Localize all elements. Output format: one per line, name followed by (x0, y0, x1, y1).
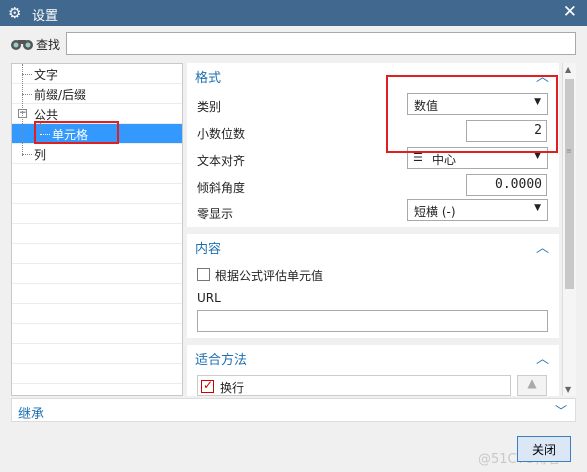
close-button[interactable]: 关闭 (517, 436, 571, 462)
fit-option-list: 换行 (197, 375, 511, 396)
tree-item-label: 列 (34, 148, 47, 162)
properties-panel: 格式 ︿ 类别 数值 ▼ 小数位数 2 文本对齐 ☰ 中心 ▼ 倾斜角度 0.0… (187, 63, 576, 396)
inherit-header: 继承 (18, 407, 45, 422)
align-label: 文本对齐 (197, 154, 246, 168)
content-header[interactable]: 内容 (195, 238, 221, 257)
tree-empty-row (12, 344, 182, 364)
tree-item-label: 前缀/后缀 (34, 88, 87, 102)
dropdown-arrow-icon: ▼ (534, 203, 541, 213)
decimals-label: 小数位数 (197, 127, 246, 141)
tree-empty-row (12, 304, 182, 324)
tree-empty-row (12, 324, 182, 344)
tree-empty-row (12, 184, 182, 204)
format-section: 格式 ︿ 类别 数值 ▼ 小数位数 2 文本对齐 ☰ 中心 ▼ 倾斜角度 0.0… (187, 63, 559, 227)
highlight-box (386, 75, 558, 153)
scroll-up-icon[interactable]: ▲ (565, 65, 571, 74)
panel-scrollbar[interactable]: ▲ ≡ ▼ (562, 63, 576, 396)
scroll-grip-icon: ≡ (566, 147, 572, 155)
fit-method-section: 适合方法 ︿ 换行 ▲ (187, 345, 559, 396)
tree-item-text[interactable]: 文字 (12, 64, 182, 84)
url-label: URL (197, 291, 221, 305)
tree-item-column[interactable]: 列 (12, 144, 182, 164)
wrap-label: 换行 (220, 381, 245, 395)
formula-label: 根据公式评估单元值 (215, 269, 324, 283)
angle-field[interactable]: 0.0000 (466, 174, 547, 196)
settings-tree: 文字 前缀/后缀 − 公共 单元格 列 (11, 63, 183, 396)
tree-empty-row (12, 264, 182, 284)
inherit-section[interactable]: 继承 ﹀ (11, 398, 576, 422)
url-input[interactable] (197, 310, 548, 332)
search-bar: 查找 (0, 26, 587, 62)
scroll-down-icon[interactable]: ▼ (565, 385, 571, 394)
title-bar: ⚙ 设置 ✕ (0, 0, 587, 26)
formula-checkbox[interactable] (197, 268, 210, 281)
close-icon[interactable]: ✕ (563, 2, 577, 22)
search-input[interactable] (66, 32, 576, 55)
tree-empty-row (12, 364, 182, 384)
tree-empty-row (12, 284, 182, 304)
search-label: 查找 (36, 38, 61, 52)
gear-icon: ⚙ (8, 4, 22, 22)
tree-guide-line (22, 64, 23, 156)
zero-display-dropdown[interactable]: 短横 (-) ▼ (407, 199, 548, 221)
tree-item-label: 文字 (34, 68, 59, 82)
tree-empty-row (12, 224, 182, 244)
tree-empty-row (12, 244, 182, 264)
zero-display-label: 零显示 (197, 207, 234, 221)
tree-empty-row (12, 204, 182, 224)
content-section: 内容 ︿ 根据公式评估单元值 URL (187, 234, 559, 338)
align-value: 中心 (432, 153, 457, 167)
scroll-thumb[interactable] (565, 79, 574, 289)
chevron-up-icon[interactable]: ︿ (536, 237, 549, 256)
format-header[interactable]: 格式 (195, 67, 221, 86)
category-label: 类别 (197, 100, 222, 114)
chevron-down-icon[interactable]: ﹀ (555, 402, 567, 419)
highlight-box (34, 121, 119, 144)
window-title: 设置 (32, 9, 59, 24)
fit-method-header[interactable]: 适合方法 (195, 349, 247, 368)
tree-empty-row (12, 164, 182, 184)
binocular-icon (11, 40, 33, 50)
chevron-up-icon[interactable]: ︿ (536, 348, 549, 367)
move-up-button[interactable]: ▲ (517, 375, 547, 396)
tree-item-prefix-suffix[interactable]: 前缀/后缀 (12, 84, 182, 104)
angle-label: 倾斜角度 (197, 181, 246, 195)
zero-display-value: 短横 (-) (414, 205, 456, 219)
wrap-checkbox[interactable] (201, 378, 214, 393)
